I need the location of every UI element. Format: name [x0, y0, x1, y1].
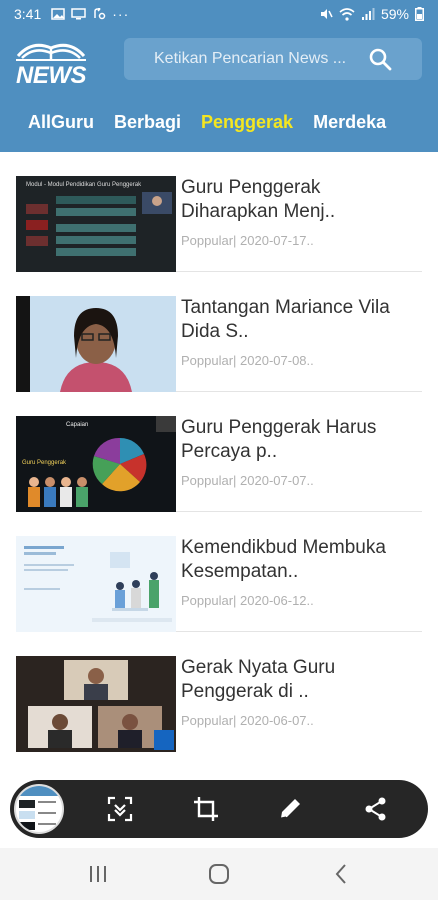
news-meta: Poppular| 2020-07-08..	[181, 353, 314, 368]
battery-icon	[415, 7, 424, 21]
tab-penggerak[interactable]: Penggerak	[201, 112, 293, 133]
news-item[interactable]: Kemendikbud Membuka Kesempatan.. Poppula…	[16, 512, 422, 632]
thumb-caption: Capaian	[66, 422, 88, 428]
news-meta: Poppular| 2020-07-17..	[181, 233, 314, 248]
gallery-icon	[51, 8, 65, 20]
news-meta: Poppular| 2020-06-07..	[181, 713, 314, 728]
news-list: Modul - Modul Pendidikan Guru Penggerak …	[0, 152, 438, 752]
screenshot-toolbar	[10, 780, 428, 838]
thumb-caption: Modul - Modul Pendidikan Guru Penggerak	[26, 182, 142, 188]
news-title[interactable]: Guru Penggerak Harus Percaya p..	[181, 416, 421, 464]
data-saver-icon	[94, 8, 106, 20]
news-title[interactable]: Gerak Nyata Guru Penggerak di ..	[181, 656, 421, 704]
news-title[interactable]: Kemendikbud Membuka Kesempatan..	[181, 536, 421, 584]
category-tabs: AllGuru Berbagi Penggerak Merdeka	[0, 92, 438, 152]
back-icon[interactable]	[330, 862, 354, 886]
battery-percent: 59%	[380, 6, 409, 22]
tab-berbagi[interactable]: Berbagi	[114, 112, 181, 133]
news-thumbnail: Capaian Guru Penggerak	[16, 416, 176, 512]
logo-text: NEWS	[16, 62, 87, 89]
news-item[interactable]: Tantangan Mariance Vila Dida S.. Poppula…	[16, 272, 422, 392]
news-title[interactable]: Tantangan Mariance Vila Dida S..	[181, 296, 421, 344]
news-item[interactable]: Capaian Guru Penggerak Guru Penggerak Ha…	[16, 392, 422, 512]
news-thumbnail	[16, 536, 176, 632]
app-header: NEWS	[0, 28, 438, 92]
search-icon[interactable]	[368, 47, 392, 71]
thumb-caption-2: Guru Penggerak	[22, 460, 67, 466]
search-input[interactable]	[154, 50, 364, 68]
tab-allguru[interactable]: AllGuru	[28, 112, 94, 133]
news-title[interactable]: Guru Penggerak Diharapkan Menj..	[181, 176, 421, 224]
book-logo-icon	[16, 43, 86, 61]
status-time: 3:41	[14, 6, 42, 22]
news-thumbnail	[16, 656, 176, 752]
news-thumbnail: Modul - Modul Pendidikan Guru Penggerak	[16, 176, 176, 272]
news-item[interactable]: Modul - Modul Pendidikan Guru Penggerak …	[16, 152, 422, 272]
mute-icon	[320, 9, 333, 19]
news-meta: Poppular| 2020-07-07..	[181, 473, 314, 488]
wifi-icon	[339, 7, 355, 21]
news-item[interactable]: Gerak Nyata Guru Penggerak di .. Poppula…	[16, 632, 422, 752]
monitor-icon	[71, 8, 86, 20]
crop-icon[interactable]	[192, 795, 220, 823]
news-logo[interactable]: NEWS	[14, 34, 88, 89]
navigation-bar	[0, 848, 438, 900]
tab-merdeka[interactable]: Merdeka	[313, 112, 386, 133]
share-icon[interactable]	[362, 795, 390, 823]
status-bar: 3:41 ··· 59%	[0, 0, 438, 28]
scroll-capture-icon[interactable]	[106, 795, 134, 823]
more-notifications: ···	[112, 6, 130, 22]
news-meta: Poppular| 2020-06-12..	[181, 593, 314, 608]
notification-icons: ···	[51, 6, 129, 22]
home-icon[interactable]	[207, 862, 231, 886]
screenshot-preview[interactable]	[14, 784, 64, 834]
signal-icon	[361, 7, 375, 20]
system-icons: 59%	[319, 6, 424, 22]
search-bar[interactable]	[124, 38, 422, 80]
recent-apps-icon[interactable]	[86, 862, 110, 886]
draw-icon[interactable]	[276, 795, 304, 823]
news-thumbnail	[16, 296, 176, 392]
